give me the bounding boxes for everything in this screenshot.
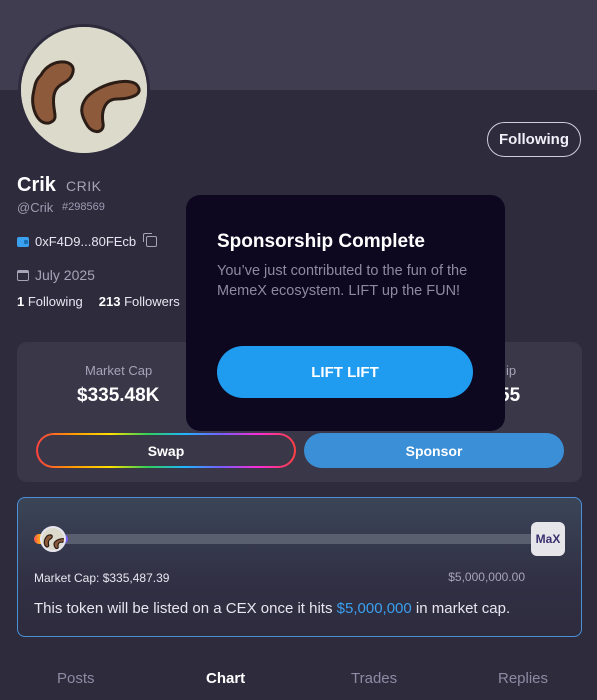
tab-replies[interactable]: Replies: [498, 670, 548, 687]
followers-label: Followers: [124, 294, 180, 309]
swap-button[interactable]: Swap: [36, 433, 296, 468]
joined-date: July 2025: [35, 267, 95, 283]
modal-title: Sponsorship Complete: [217, 231, 425, 252]
target-market-cap: $5,000,000.00: [448, 570, 525, 584]
progress-track: [34, 534, 539, 544]
progress-thumb-avatar: [40, 526, 66, 552]
joined-date-row: July 2025: [17, 267, 95, 283]
copy-icon[interactable]: [143, 233, 158, 247]
followers-count: 213: [98, 294, 121, 309]
wallet-address-row: 0xF4D9...80FEcb: [17, 233, 158, 249]
swap-button-label: Swap: [38, 435, 294, 466]
lift-button[interactable]: LIFT LIFT: [217, 346, 473, 398]
following-count-link[interactable]: 1 Following: [17, 294, 83, 309]
cex-listing-info: This token will be listed on a CEX once …: [34, 600, 510, 617]
following-label: Following: [27, 294, 83, 309]
stat-label-right: ip: [506, 363, 517, 378]
profile-name: Crik: [17, 174, 56, 196]
modal-message: You’ve just contributed to the fun of th…: [217, 263, 468, 299]
followers-count-link[interactable]: 213 Followers: [99, 294, 180, 309]
cex-progress-card: MaX Market Cap: $335,487.39 $5,000,000.0…: [17, 497, 582, 637]
sponsorship-complete-modal: Sponsorship Complete You’ve just contrib…: [186, 195, 505, 431]
avatar: [18, 24, 150, 156]
cex-prefix: This token will be listed on a CEX once …: [34, 600, 337, 617]
current-market-cap: Market Cap: $335,487.39: [34, 571, 170, 585]
tab-trades[interactable]: Trades: [351, 670, 397, 687]
following-count: 1: [17, 294, 25, 309]
profile-tabs: Posts Chart Trades Replies: [0, 660, 597, 700]
sponsor-button[interactable]: Sponsor: [304, 433, 564, 468]
follow-counts: 1 Following 213 Followers: [17, 294, 180, 309]
calendar-icon: [17, 269, 29, 281]
following-button[interactable]: Following: [487, 122, 581, 157]
wallet-address: 0xF4D9...80FEcb: [35, 234, 137, 249]
memex-logo: MaX: [531, 522, 565, 556]
wallet-icon: [17, 236, 29, 247]
cex-suffix: in market cap.: [411, 600, 511, 617]
tab-chart[interactable]: Chart: [206, 670, 245, 687]
avatar-image: [21, 27, 147, 153]
market-cap-value: $335.48K: [77, 385, 160, 406]
cex-amount: $5,000,000: [336, 600, 412, 617]
profile-id: #298569: [62, 201, 105, 213]
tab-posts[interactable]: Posts: [57, 670, 95, 687]
profile-ticker: CRIK: [66, 178, 102, 194]
profile-handle: @Crik: [17, 200, 54, 215]
thumb-avatar-image: [42, 528, 64, 550]
market-cap-label: Market Cap: [85, 363, 153, 378]
